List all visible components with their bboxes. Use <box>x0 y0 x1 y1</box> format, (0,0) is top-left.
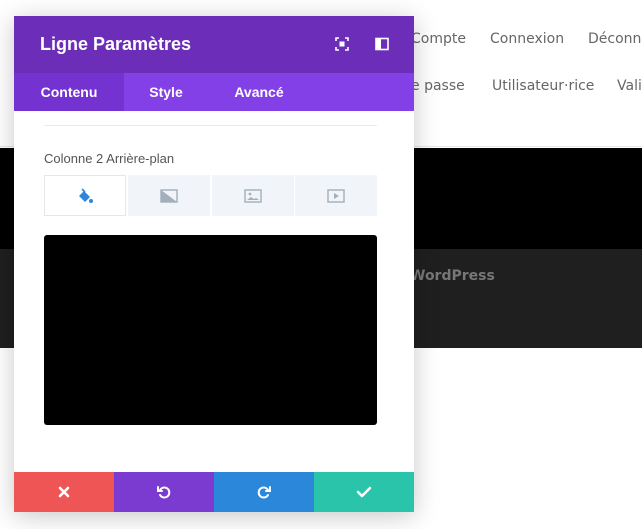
modal-footer <box>14 472 414 512</box>
background-gradient-tab[interactable] <box>128 175 210 216</box>
section-divider <box>44 125 377 126</box>
modal-tabs: Contenu Style Avancé <box>14 73 414 111</box>
nav-link-validation[interactable]: Vali <box>617 78 642 94</box>
background-video-tab[interactable] <box>295 175 377 216</box>
nav-link-mot-de-passe[interactable]: e passe <box>411 78 465 94</box>
expand-icon[interactable] <box>334 36 350 52</box>
modal-body: Colonne 2 Arrière-plan <box>14 111 414 472</box>
modal-title: Ligne Paramètres <box>40 34 192 54</box>
background-type-tabs <box>44 175 377 216</box>
row-settings-modal: Ligne Paramètres Contenu Style Avancé Co… <box>14 16 414 512</box>
nav-link-connexion[interactable]: Connexion <box>490 31 564 47</box>
sidebar-toggle-icon[interactable] <box>374 36 390 52</box>
background-color-tab[interactable] <box>44 175 126 216</box>
tab-avance[interactable]: Avancé <box>208 73 310 111</box>
modal-header[interactable]: Ligne Paramètres <box>14 16 414 73</box>
redo-button[interactable] <box>214 472 314 512</box>
background-footer-text: WordPress <box>410 268 495 284</box>
tab-style[interactable]: Style <box>124 73 208 111</box>
background-color-preview[interactable] <box>44 235 377 425</box>
nav-link-compte[interactable]: Compte <box>411 31 466 47</box>
section-label: Colonne 2 Arrière-plan <box>44 151 175 166</box>
nav-link-utilisateur[interactable]: Utilisateur·rice <box>492 78 594 94</box>
tab-contenu[interactable]: Contenu <box>14 73 124 111</box>
nav-link-deconnexion[interactable]: Déconn <box>588 31 641 47</box>
undo-button[interactable] <box>114 472 214 512</box>
discard-button[interactable] <box>14 472 114 512</box>
save-button[interactable] <box>314 472 414 512</box>
background-image-tab[interactable] <box>212 175 294 216</box>
